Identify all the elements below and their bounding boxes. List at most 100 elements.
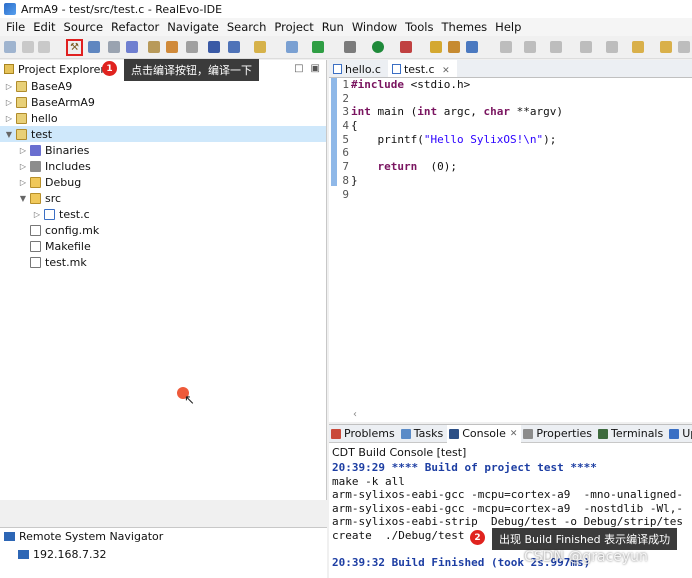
tab-tasks[interactable]: Tasks bbox=[399, 427, 447, 440]
code-line: 6 bbox=[329, 146, 692, 160]
collapse-arrow-icon[interactable]: ▼ bbox=[4, 130, 14, 139]
open-type-icon[interactable] bbox=[430, 41, 442, 53]
code-area[interactable]: 1 #include <stdio.h> 2 3 int main (int a… bbox=[329, 78, 692, 201]
tab-properties[interactable]: Properties bbox=[521, 427, 596, 440]
tree-item-label: hello bbox=[31, 111, 58, 125]
analyze-icon[interactable] bbox=[208, 41, 220, 53]
tab-console[interactable]: Console ✕ bbox=[447, 424, 522, 443]
save-all-icon[interactable] bbox=[38, 41, 50, 53]
close-icon[interactable]: ✕ bbox=[442, 66, 450, 76]
package-icon[interactable] bbox=[166, 41, 178, 53]
tree-item-test-c[interactable]: ▷ test.c bbox=[0, 206, 326, 222]
save-icon[interactable] bbox=[22, 41, 34, 53]
console-line: arm-sylixos-eabi-gcc -mcpu=cortex-a9 -no… bbox=[332, 501, 683, 515]
console-title: CDT Build Console [test] bbox=[332, 446, 467, 459]
menu-help[interactable]: Help bbox=[491, 20, 525, 34]
back-icon[interactable] bbox=[632, 41, 644, 53]
code-token: **argv) bbox=[509, 105, 563, 119]
connect-icon[interactable] bbox=[126, 41, 138, 53]
tree-item-binaries[interactable]: ▷ Binaries bbox=[0, 142, 326, 158]
tab-problems[interactable]: Problems bbox=[329, 427, 399, 440]
project-explorer-tab[interactable]: Project Explorer bbox=[0, 60, 105, 78]
scroll-left-icon[interactable]: ‹ bbox=[353, 409, 357, 420]
pen-icon[interactable] bbox=[500, 41, 512, 53]
open-resource-icon[interactable] bbox=[448, 41, 460, 53]
menu-tools[interactable]: Tools bbox=[401, 20, 437, 34]
menu-themes[interactable]: Themes bbox=[438, 20, 492, 34]
tree-item-label: src bbox=[45, 191, 62, 205]
tab-test-c[interactable]: test.c ✕ bbox=[387, 60, 457, 77]
play-icon[interactable] bbox=[372, 41, 384, 53]
minimize-icon[interactable]: □ bbox=[294, 63, 303, 74]
next-annotation-icon[interactable] bbox=[580, 41, 592, 53]
expand-arrow-icon[interactable]: ▷ bbox=[32, 210, 42, 219]
menu-search[interactable]: Search bbox=[223, 20, 271, 34]
tree-item-test[interactable]: ▼ test bbox=[0, 126, 326, 142]
tree-item-config-mk[interactable]: config.mk bbox=[0, 222, 326, 238]
settings-icon[interactable] bbox=[344, 41, 356, 53]
menu-source[interactable]: Source bbox=[60, 20, 108, 34]
folder-icon bbox=[30, 192, 41, 204]
remote-host-label: 192.168.7.32 bbox=[33, 548, 107, 561]
close-icon[interactable]: ✕ bbox=[510, 429, 518, 439]
tree-item-src[interactable]: ▼ src bbox=[0, 190, 326, 206]
new-project-icon[interactable] bbox=[228, 41, 240, 53]
tree-item-debug[interactable]: ▷ Debug bbox=[0, 174, 326, 190]
prev-annotation-icon[interactable] bbox=[606, 41, 618, 53]
binaries-icon bbox=[30, 144, 41, 156]
tree-item-basearma9[interactable]: ▷ BaseArmA9 bbox=[0, 94, 326, 110]
tab-terminals[interactable]: Terminals bbox=[596, 427, 667, 440]
new-folder-icon[interactable] bbox=[254, 41, 266, 53]
watermark: CSDN @graceyun bbox=[524, 549, 648, 565]
tab-hello-c[interactable]: hello.c bbox=[329, 60, 388, 77]
code-token: int bbox=[351, 105, 371, 119]
remote-host-item[interactable]: 192.168.7.32 bbox=[18, 548, 106, 561]
tree-item-label: Includes bbox=[45, 159, 91, 173]
menu-file[interactable]: File bbox=[2, 20, 29, 34]
code-line: 1 #include <stdio.h> bbox=[329, 78, 692, 92]
tree-item-label: test.c bbox=[59, 207, 90, 221]
build-button[interactable]: ⚒ bbox=[66, 39, 83, 56]
tab-label: Up bbox=[682, 427, 692, 440]
tree-item-label: test bbox=[31, 127, 53, 141]
tab-up[interactable]: Up bbox=[667, 427, 692, 440]
expand-arrow-icon[interactable]: ▷ bbox=[18, 178, 28, 187]
expand-arrow-icon[interactable]: ▷ bbox=[4, 114, 14, 123]
debug-config-icon[interactable] bbox=[108, 41, 120, 53]
menu-refactor[interactable]: Refactor bbox=[107, 20, 163, 34]
remote-navigator-tab[interactable]: Remote System Navigator bbox=[4, 530, 163, 543]
tree-item-includes[interactable]: ▷ Includes bbox=[0, 158, 326, 174]
external-tools-icon[interactable] bbox=[400, 41, 412, 53]
monitor-icon bbox=[4, 532, 15, 541]
tree-item-hello[interactable]: ▷ hello bbox=[0, 110, 326, 126]
menu-edit[interactable]: Edit bbox=[29, 20, 59, 34]
menu-project[interactable]: Project bbox=[270, 20, 317, 34]
menu-navigate[interactable]: Navigate bbox=[163, 20, 223, 34]
window-title: ArmA9 - test/src/test.c - RealEvo-IDE bbox=[21, 2, 223, 16]
expand-arrow-icon[interactable]: ▷ bbox=[18, 162, 28, 171]
menu-run[interactable]: Run bbox=[318, 20, 348, 34]
run-icon[interactable] bbox=[312, 41, 324, 53]
terminal-icon[interactable] bbox=[186, 41, 198, 53]
search-icon[interactable] bbox=[466, 41, 478, 53]
new-file-icon[interactable] bbox=[286, 41, 298, 53]
new-icon[interactable] bbox=[4, 41, 16, 53]
maximize-icon[interactable]: ▣ bbox=[311, 63, 320, 74]
marker-icon[interactable] bbox=[550, 41, 562, 53]
expand-arrow-icon[interactable]: ▷ bbox=[18, 146, 28, 155]
annotation-icon[interactable] bbox=[524, 41, 536, 53]
expand-arrow-icon[interactable]: ▷ bbox=[4, 98, 14, 107]
includes-icon bbox=[30, 160, 41, 172]
expand-arrow-icon[interactable]: ▷ bbox=[4, 82, 14, 91]
line-number: 9 bbox=[342, 187, 349, 201]
tree-item-test-mk[interactable]: test.mk bbox=[0, 254, 326, 270]
tree-item-makefile[interactable]: Makefile bbox=[0, 238, 326, 254]
pin-icon[interactable] bbox=[678, 41, 690, 53]
line-number: 8 bbox=[342, 173, 349, 187]
upload-icon[interactable] bbox=[148, 41, 160, 53]
code-token: } bbox=[351, 173, 358, 187]
forward-icon[interactable] bbox=[660, 41, 672, 53]
collapse-arrow-icon[interactable]: ▼ bbox=[18, 194, 28, 203]
deploy-icon[interactable] bbox=[88, 41, 100, 53]
menu-window[interactable]: Window bbox=[348, 20, 401, 34]
